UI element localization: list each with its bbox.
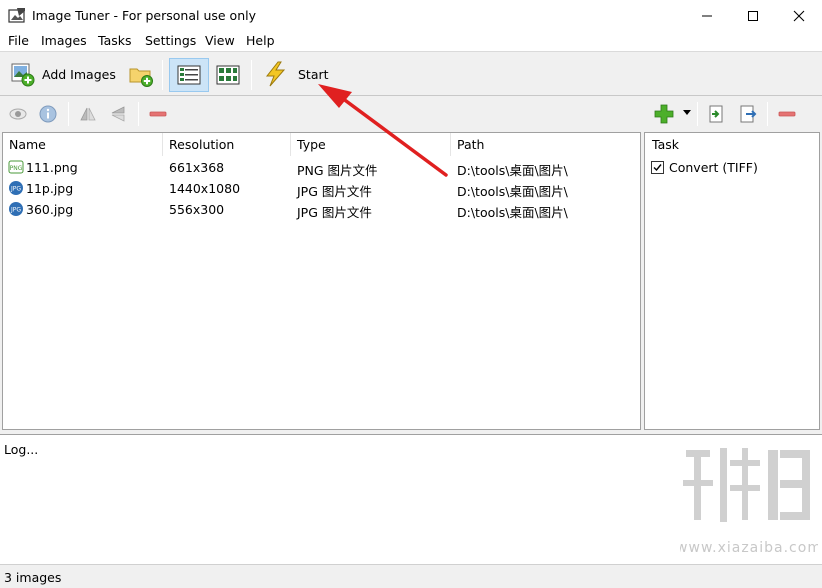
table-row[interactable]: PNG 111.png 661x368 PNG 图片文件 D:\tools\桌面… bbox=[3, 157, 640, 178]
file-path: D:\tools\桌面\图片\ bbox=[457, 205, 568, 220]
import-task-icon[interactable] bbox=[707, 105, 725, 123]
file-resolution: 1440x1080 bbox=[169, 181, 241, 196]
menu-view[interactable]: View bbox=[205, 33, 235, 48]
toolbar-separator bbox=[68, 102, 69, 126]
remove-image-icon[interactable] bbox=[149, 105, 167, 123]
jpg-file-icon: JPG bbox=[9, 181, 23, 195]
toolbar-separator bbox=[767, 102, 768, 126]
details-view-icon bbox=[177, 65, 201, 85]
add-image-icon bbox=[11, 63, 35, 87]
add-images-label: Add Images bbox=[42, 66, 116, 82]
menu-file[interactable]: File bbox=[8, 33, 29, 48]
png-file-icon: PNG bbox=[8, 160, 24, 174]
table-row[interactable]: JPG 360.jpg 556x300 JPG 图片文件 D:\tools\桌面… bbox=[3, 199, 640, 220]
menu-bar: File Images Tasks Settings View Help bbox=[0, 31, 822, 51]
jpg-file-icon: JPG bbox=[9, 202, 23, 216]
log-text: Log... bbox=[4, 442, 39, 457]
task-item[interactable]: Convert (TIFF) bbox=[651, 160, 758, 175]
task-checkbox[interactable] bbox=[651, 161, 664, 174]
remove-task-icon[interactable] bbox=[778, 105, 796, 123]
file-type: JPG 图片文件 bbox=[297, 184, 372, 199]
menu-help[interactable]: Help bbox=[246, 33, 275, 48]
status-text: 3 images bbox=[4, 570, 62, 585]
svg-text:JPG: JPG bbox=[10, 186, 21, 193]
file-type: JPG 图片文件 bbox=[297, 205, 372, 220]
toolbar-separator bbox=[697, 102, 698, 126]
export-task-icon[interactable] bbox=[739, 105, 757, 123]
image-toolbar bbox=[0, 97, 822, 132]
thumbnail-view-icon bbox=[216, 65, 240, 85]
task-label: Convert (TIFF) bbox=[669, 160, 758, 175]
file-resolution: 661x368 bbox=[169, 160, 225, 175]
file-path: D:\tools\桌面\图片\ bbox=[457, 184, 568, 199]
toolbar-separator bbox=[251, 60, 252, 90]
file-type: PNG 图片文件 bbox=[297, 163, 378, 178]
add-folder-icon bbox=[129, 68, 153, 87]
table-row[interactable]: JPG 11p.jpg 1440x1080 JPG 图片文件 D:\tools\… bbox=[3, 178, 640, 199]
minimize-button[interactable] bbox=[684, 0, 730, 31]
toolbar-separator bbox=[138, 102, 139, 126]
svg-text:JPG: JPG bbox=[10, 207, 21, 214]
svg-text:PNG: PNG bbox=[10, 165, 23, 172]
menu-tasks[interactable]: Tasks bbox=[98, 33, 132, 48]
column-type[interactable]: Type bbox=[291, 133, 451, 156]
watermark-logo: www.xiazaiba.com bbox=[680, 448, 818, 556]
column-name[interactable]: Name bbox=[3, 133, 163, 156]
title-bar: Image Tuner - For personal use only bbox=[0, 0, 822, 31]
file-name: 111.png bbox=[26, 160, 78, 175]
minimize-icon bbox=[702, 15, 712, 16]
start-label: Start bbox=[298, 66, 329, 82]
column-path[interactable]: Path bbox=[451, 133, 640, 156]
flip-vertical-icon[interactable] bbox=[109, 105, 127, 123]
maximize-button[interactable] bbox=[730, 0, 776, 31]
lightning-icon bbox=[265, 61, 286, 87]
thumbnail-view-button[interactable] bbox=[216, 65, 240, 85]
add-task-icon[interactable] bbox=[654, 104, 674, 124]
toolbar-separator bbox=[162, 60, 163, 90]
svg-text:www.xiazaiba.com: www.xiazaiba.com bbox=[680, 540, 818, 556]
image-list[interactable]: Name Resolution Type Path PNG 111.png 66… bbox=[2, 132, 641, 430]
main-toolbar: Add Images Start bbox=[0, 51, 822, 96]
add-images-button[interactable]: Add Images bbox=[10, 61, 116, 87]
file-resolution: 556x300 bbox=[169, 202, 225, 217]
flip-horizontal-icon[interactable] bbox=[79, 105, 97, 123]
close-icon bbox=[793, 10, 805, 21]
add-folder-button[interactable] bbox=[128, 63, 154, 87]
check-icon bbox=[653, 164, 662, 172]
menu-settings[interactable]: Settings bbox=[145, 33, 196, 48]
window-title: Image Tuner - For personal use only bbox=[32, 8, 256, 23]
info-icon[interactable] bbox=[39, 105, 57, 123]
start-button[interactable]: Start bbox=[263, 61, 329, 87]
column-resolution[interactable]: Resolution bbox=[163, 133, 291, 156]
file-path: D:\tools\桌面\图片\ bbox=[457, 163, 568, 178]
maximize-icon bbox=[748, 10, 758, 21]
close-button[interactable] bbox=[776, 0, 822, 31]
task-column-header[interactable]: Task bbox=[645, 133, 819, 156]
file-name: 360.jpg bbox=[26, 202, 74, 217]
menu-images[interactable]: Images bbox=[41, 33, 87, 48]
eye-icon[interactable] bbox=[9, 105, 27, 123]
task-list[interactable]: Task Convert (TIFF) bbox=[644, 132, 820, 430]
status-bar: 3 images bbox=[0, 564, 822, 588]
details-view-button[interactable] bbox=[169, 58, 209, 92]
dropdown-arrow-icon[interactable] bbox=[682, 109, 692, 117]
file-name: 11p.jpg bbox=[26, 181, 74, 196]
app-icon bbox=[8, 8, 25, 23]
